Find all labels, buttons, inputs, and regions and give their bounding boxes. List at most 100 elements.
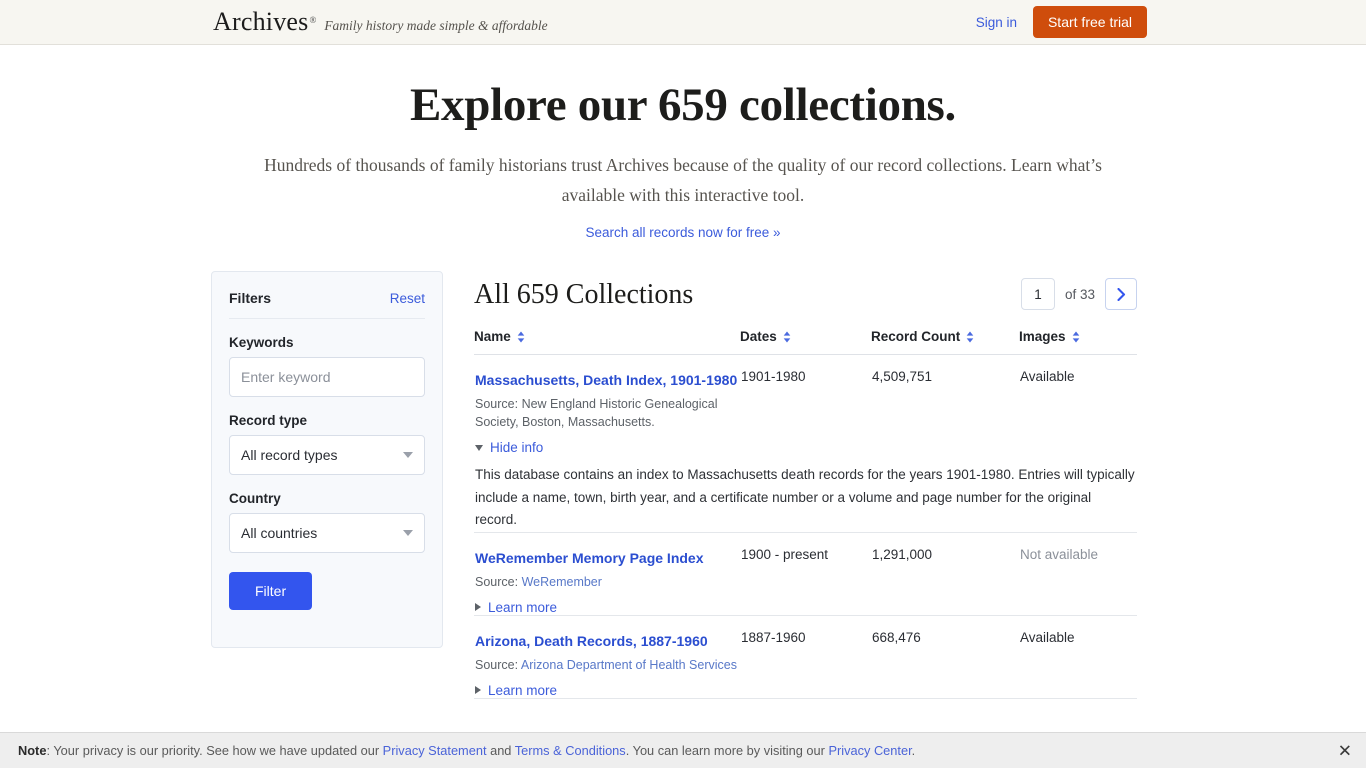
close-icon[interactable]: ✕ bbox=[1338, 742, 1352, 759]
source-value[interactable]: Arizona Department of Health Services bbox=[521, 658, 737, 672]
collection-source: Source: New England Historic Genealogica… bbox=[475, 395, 739, 431]
toggle-label: Learn more bbox=[488, 682, 558, 698]
privacy-text-4: . bbox=[911, 743, 916, 758]
table-row-description: This database contains an index to Massa… bbox=[474, 455, 1137, 533]
cell-dates-value: 1887-1960 bbox=[741, 629, 806, 645]
triangle-down-icon bbox=[475, 444, 483, 451]
filters-header: Filters Reset bbox=[229, 290, 425, 319]
collection-description: This database contains an index to Massa… bbox=[475, 467, 1135, 527]
cell-record-count: 1,291,000 bbox=[871, 532, 1019, 616]
collection-name-link[interactable]: WeRemember Memory Page Index bbox=[475, 550, 704, 566]
column-label: Name bbox=[474, 329, 511, 344]
cell-dates: 1901-1980 bbox=[740, 355, 871, 456]
privacy-text-1: : Your privacy is our priority. See how … bbox=[46, 743, 383, 758]
cell-record-count: 4,509,751 bbox=[871, 355, 1019, 456]
collection-name-link[interactable]: Massachusetts, Death Index, 1901-1980 bbox=[475, 372, 737, 388]
chevron-down-icon bbox=[403, 452, 413, 458]
column-label: Images bbox=[1019, 329, 1066, 344]
country-select[interactable]: All countries bbox=[229, 513, 425, 553]
brand-logo: Archives bbox=[213, 7, 309, 36]
results-header: All 659 Collections of 33 bbox=[474, 271, 1137, 311]
next-page-button[interactable] bbox=[1105, 278, 1137, 310]
page-total-label: of 33 bbox=[1064, 286, 1095, 302]
cell-dates-value: 1900 - present bbox=[741, 546, 829, 562]
cell-images: Not available bbox=[1019, 532, 1137, 616]
hero-section: Explore our 659 collections. Hundreds of… bbox=[0, 45, 1366, 242]
privacy-statement-link[interactable]: Privacy Statement bbox=[383, 743, 487, 758]
pagination: of 33 bbox=[1020, 278, 1137, 310]
source-prefix: Source: bbox=[475, 657, 519, 672]
collection-name-link[interactable]: Arizona, Death Records, 1887-1960 bbox=[475, 633, 708, 649]
cell-record-count-value: 1,291,000 bbox=[872, 546, 933, 562]
search-all-records-link[interactable]: Search all records now for free » bbox=[585, 225, 780, 240]
sort-icon[interactable] bbox=[783, 331, 791, 343]
start-free-trial-button[interactable]: Start free trial bbox=[1032, 6, 1147, 38]
cell-images: Available bbox=[1019, 355, 1137, 456]
record-type-label: Record type bbox=[229, 413, 308, 428]
learn-more-toggle[interactable]: Learn more bbox=[475, 683, 557, 698]
page-title: Explore our 659 collections. bbox=[409, 79, 956, 131]
collection-source: Source: Arizona Department of Health Ser… bbox=[475, 656, 739, 674]
column-label: Dates bbox=[740, 329, 777, 344]
triangle-right-icon bbox=[475, 686, 481, 694]
sign-in-link[interactable]: Sign in bbox=[976, 15, 1017, 30]
record-type-value: All record types bbox=[241, 447, 338, 463]
site-header: Archives ® Family history made simple & … bbox=[0, 0, 1366, 45]
collection-source: Source: WeRemember bbox=[475, 573, 739, 591]
column-label: Record Count bbox=[871, 329, 961, 344]
table-row: Massachusetts, Death Index, 1901-1980 Sou… bbox=[474, 355, 1137, 456]
column-header-record-count[interactable]: Record Count bbox=[871, 329, 1019, 355]
triangle-right-icon bbox=[475, 603, 481, 611]
keywords-label: Keywords bbox=[229, 335, 294, 350]
privacy-center-link[interactable]: Privacy Center bbox=[828, 743, 911, 758]
privacy-banner: Note: Your privacy is our priority. See … bbox=[0, 732, 1366, 768]
toggle-label: Learn more bbox=[488, 599, 558, 615]
source-value[interactable]: WeRemember bbox=[522, 575, 602, 589]
filters-panel: Filters Reset Keywords Record type All r… bbox=[211, 271, 443, 648]
brand[interactable]: Archives ® Family history made simple & … bbox=[213, 7, 548, 37]
record-type-select[interactable]: All record types bbox=[229, 435, 425, 475]
table-row: WeRemember Memory Page Index Source: WeRe… bbox=[474, 532, 1137, 616]
source-prefix: Source: bbox=[475, 397, 519, 411]
column-header-dates[interactable]: Dates bbox=[740, 329, 871, 355]
sort-icon[interactable] bbox=[966, 331, 974, 343]
collections-table: Name Dates Record Count Images Massachus… bbox=[474, 329, 1137, 699]
sort-icon[interactable] bbox=[1072, 331, 1080, 343]
country-value: All countries bbox=[241, 525, 318, 541]
registered-trademark-icon: ® bbox=[309, 15, 317, 25]
cell-images-value: Available bbox=[1020, 369, 1075, 384]
hide-info-toggle[interactable]: Hide info bbox=[475, 440, 543, 455]
cell-name: Arizona, Death Records, 1887-1960 Source:… bbox=[474, 615, 740, 699]
cell-dates: 1900 - present bbox=[740, 532, 871, 616]
results-heading: All 659 Collections bbox=[474, 279, 694, 310]
reset-filters-link[interactable]: Reset bbox=[390, 291, 425, 306]
cell-description: This database contains an index to Massa… bbox=[474, 455, 1137, 533]
country-label: Country bbox=[229, 491, 281, 506]
learn-more-toggle[interactable]: Learn more bbox=[475, 600, 557, 615]
cell-images-value: Available bbox=[1020, 629, 1075, 645]
sort-icon[interactable] bbox=[517, 331, 525, 343]
toggle-label: Hide info bbox=[490, 440, 544, 455]
chevron-down-icon bbox=[403, 530, 413, 536]
brand-tagline: Family history made simple & affordable bbox=[324, 18, 548, 33]
privacy-text-2: and bbox=[486, 743, 515, 758]
results-panel: All 659 Collections of 33 Na bbox=[474, 271, 1137, 699]
privacy-note-label: Note bbox=[18, 743, 47, 758]
apply-filter-button[interactable]: Filter bbox=[229, 572, 313, 610]
cell-record-count-value: 4,509,751 bbox=[872, 369, 933, 384]
column-header-name[interactable]: Name bbox=[474, 329, 740, 355]
keywords-input[interactable] bbox=[229, 357, 425, 397]
chevron-right-icon bbox=[1116, 287, 1125, 301]
hero-subtitle: Hundreds of thousands of family historia… bbox=[264, 155, 1102, 205]
filters-title: Filters bbox=[229, 290, 272, 306]
main-content: Filters Reset Keywords Record type All r… bbox=[211, 271, 1366, 699]
cell-record-count: 668,476 bbox=[871, 615, 1019, 699]
source-prefix: Source: bbox=[475, 574, 519, 589]
terms-conditions-link[interactable]: Terms & Conditions bbox=[515, 743, 626, 758]
cell-dates-value: 1901-1980 bbox=[741, 369, 806, 384]
column-header-images[interactable]: Images bbox=[1019, 329, 1137, 355]
cell-name: WeRemember Memory Page Index Source: WeRe… bbox=[474, 532, 740, 616]
cell-images-value: Not available bbox=[1020, 546, 1099, 562]
cell-dates: 1887-1960 bbox=[740, 615, 871, 699]
page-number-input[interactable] bbox=[1020, 278, 1055, 310]
